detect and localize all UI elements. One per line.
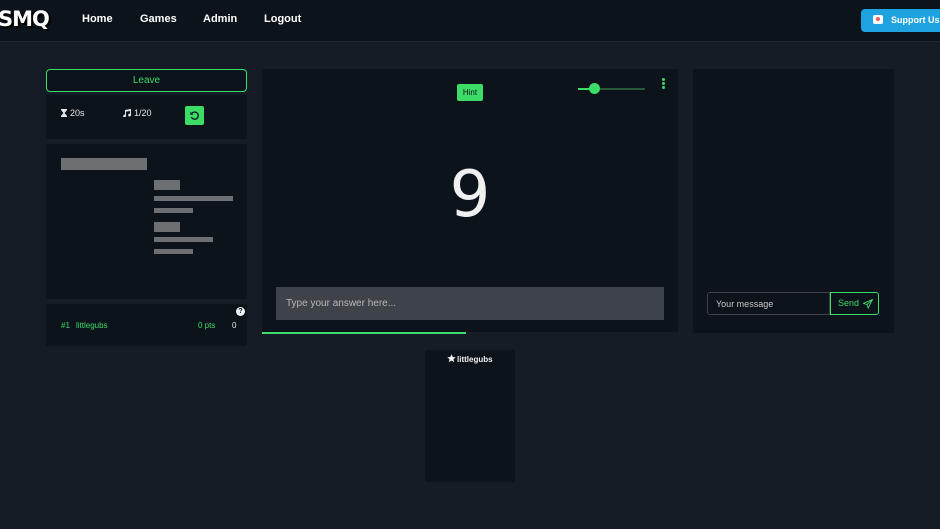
chat-message-input[interactable] <box>707 292 830 315</box>
chat-send-button[interactable]: Send <box>830 292 879 315</box>
info-placeholder <box>154 180 180 190</box>
player-name: littlegubs <box>76 321 108 330</box>
info-placeholder <box>154 249 193 254</box>
song-title-placeholder <box>61 158 147 170</box>
more-options-icon[interactable] <box>662 78 666 90</box>
ko-fi-cup-icon <box>873 15 883 24</box>
player-points: 0 pts <box>198 321 216 330</box>
support-us-button[interactable]: Support Us! <box>861 9 940 32</box>
info-placeholder <box>154 237 213 242</box>
player-rank: #1 <box>61 321 70 330</box>
send-label: Send <box>838 298 860 308</box>
answer-input[interactable] <box>276 287 664 320</box>
replay-button[interactable] <box>185 106 204 125</box>
song-count-value: 1/20 <box>134 108 152 118</box>
info-placeholder <box>154 222 180 232</box>
nav-link-admin[interactable]: Admin <box>203 13 237 25</box>
site-logo[interactable]: SMQ <box>0 7 50 31</box>
countdown-number: 9 <box>449 158 491 232</box>
player-card <box>425 350 515 482</box>
song-count-stat: 1/20 <box>123 108 152 118</box>
player-score: 0 <box>232 321 237 330</box>
support-us-label: Support Us! <box>891 15 940 25</box>
paper-plane-icon <box>863 299 873 309</box>
info-placeholder <box>154 196 233 201</box>
player-card-username: littlegubs <box>457 355 493 364</box>
hourglass-icon <box>61 109 67 117</box>
leave-button[interactable]: Leave <box>46 69 247 92</box>
nav-link-logout[interactable]: Logout <box>264 13 301 25</box>
timer-stat: 20s <box>61 108 85 118</box>
top-navbar: SMQ Home Games Admin Logout Support Us! <box>0 0 940 42</box>
replay-icon <box>190 111 199 120</box>
star-icon <box>447 354 456 363</box>
nav-link-home[interactable]: Home <box>82 13 113 25</box>
info-placeholder <box>154 208 193 213</box>
round-progress-fill <box>262 332 466 334</box>
scoreboard-help-icon[interactable]: ? <box>236 307 245 316</box>
timer-value: 20s <box>70 108 85 118</box>
nav-link-games[interactable]: Games <box>140 13 177 25</box>
hint-button[interactable]: Hint <box>457 84 483 101</box>
music-note-icon <box>123 109 132 118</box>
player-card-name: littlegubs <box>447 354 493 364</box>
